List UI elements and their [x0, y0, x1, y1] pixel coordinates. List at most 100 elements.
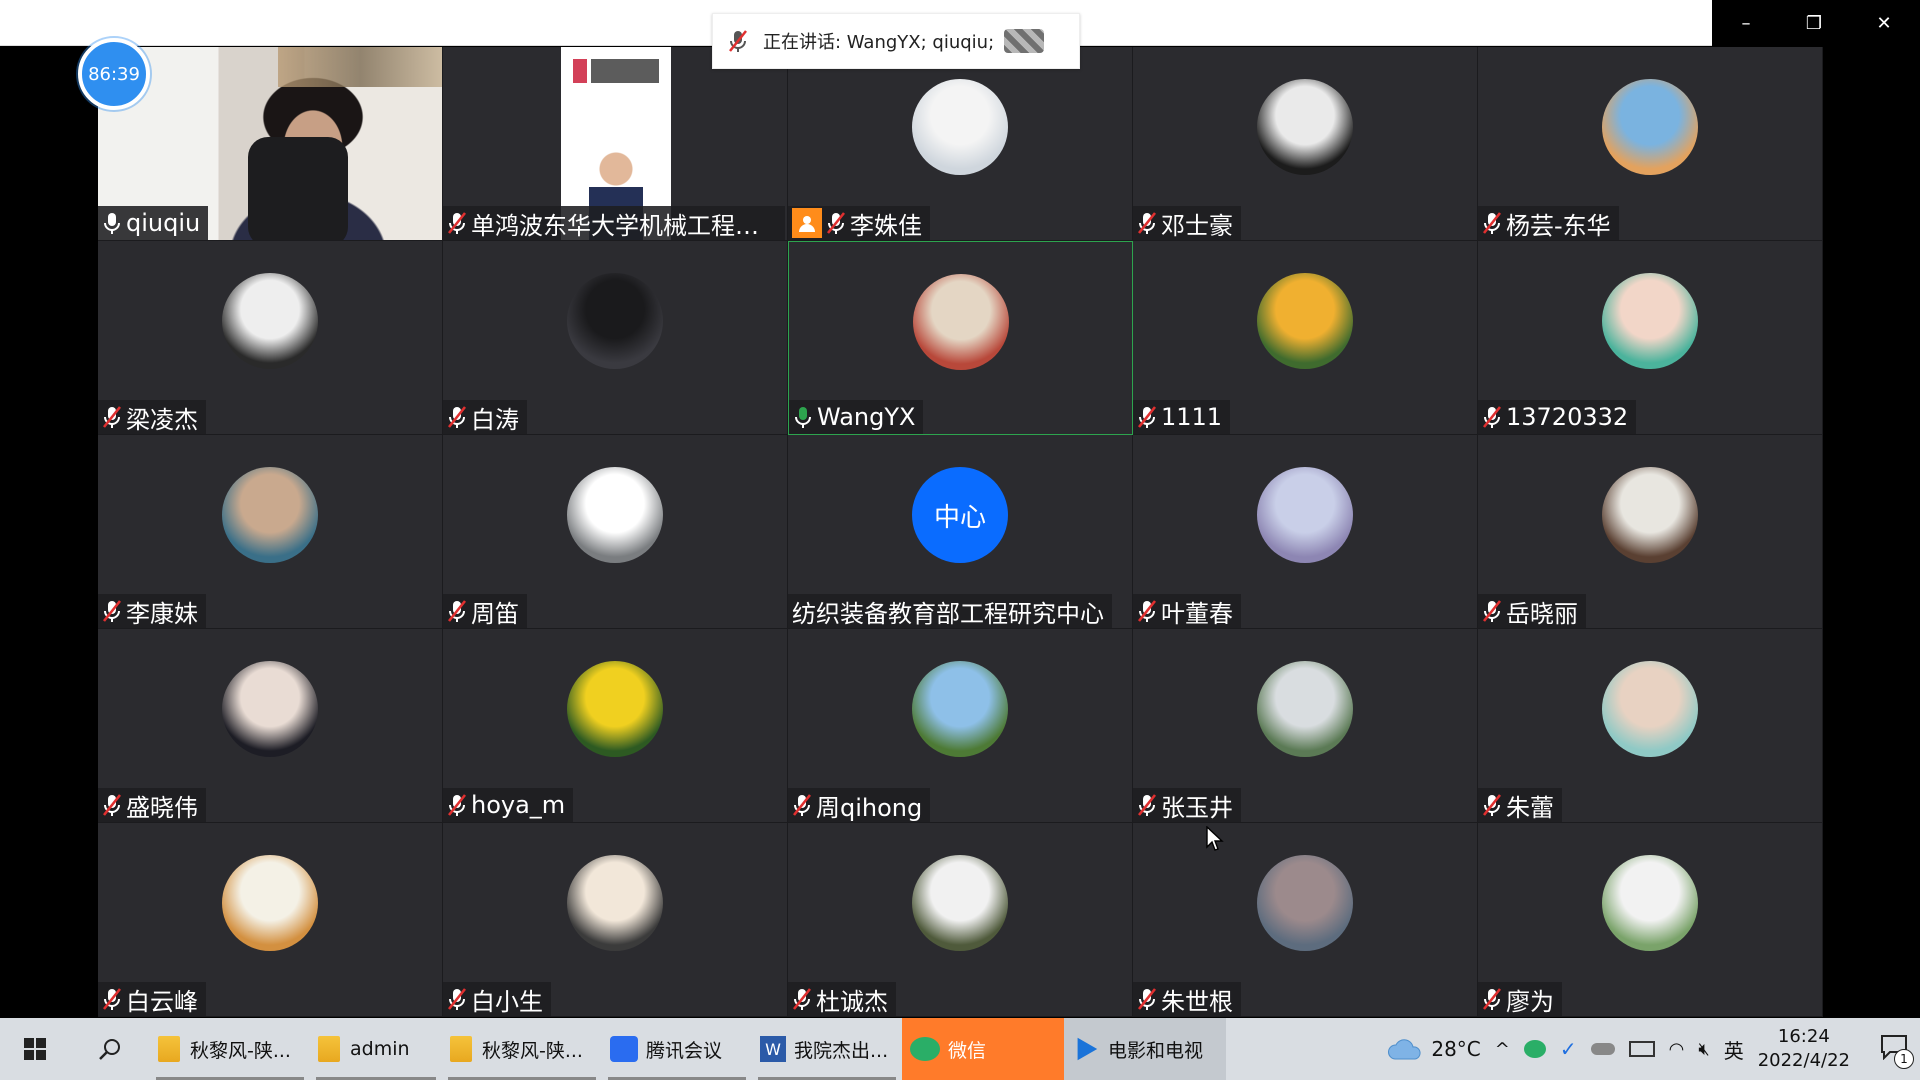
- taskbar-apps: 秋黎风-陕... admin 秋黎风-陕... 腾讯会议 W 我院杰出... 微信 电影和电视: [150, 1018, 1226, 1080]
- participant-name: 杜诚杰: [816, 987, 888, 1016]
- taskbar-app[interactable]: 秋黎风-陕...: [442, 1018, 602, 1080]
- volume-muted-icon[interactable]: 🔇︎: [1698, 1039, 1709, 1060]
- avatar: [1257, 467, 1353, 563]
- participant-tile[interactable]: 单鸿波东华大学机械工程学...: [443, 47, 788, 241]
- taskbar-app-label: admin: [350, 1038, 410, 1060]
- participant-name: 朱世根: [1161, 987, 1233, 1016]
- avatar: [912, 855, 1008, 951]
- taskbar-app[interactable]: admin: [310, 1018, 442, 1080]
- participant-name: 13720332: [1506, 403, 1629, 431]
- participant-name: 廖为: [1506, 987, 1554, 1016]
- participant-tile[interactable]: 周笛: [443, 435, 788, 629]
- participant-tile[interactable]: 中心 纺织装备教育部工程研究中心: [788, 435, 1133, 629]
- participant-name-tag: 廖为: [1478, 982, 1562, 1016]
- participant-tile[interactable]: 杨芸-东华: [1478, 47, 1823, 241]
- restore-button[interactable]: ❐: [1780, 0, 1848, 46]
- participant-name: qiuqiu: [126, 209, 201, 237]
- search-button[interactable]: [70, 1018, 150, 1080]
- check-tray-icon[interactable]: ✓: [1560, 1037, 1577, 1061]
- chevron-up-icon[interactable]: ^: [1495, 1039, 1510, 1060]
- participant-tile[interactable]: WangYX: [788, 241, 1133, 435]
- participant-tile[interactable]: 邓士豪: [1133, 47, 1478, 241]
- clock-date: 2022/4/22: [1757, 1050, 1850, 1071]
- taskbar-app[interactable]: W 我院杰出...: [752, 1018, 902, 1080]
- avatar: [222, 467, 318, 563]
- mic-muted-icon: [447, 793, 467, 817]
- participant-name-tag: 盛晓伟: [98, 788, 206, 822]
- taskbar-app[interactable]: 微信: [902, 1018, 1064, 1080]
- speaking-indicator: 正在讲话: WangYX; qiuqiu;: [712, 13, 1080, 69]
- word-icon: W: [760, 1036, 786, 1062]
- avatar: [1257, 273, 1353, 369]
- participant-tile[interactable]: 李姝佳: [788, 47, 1133, 241]
- participant-tile[interactable]: 白小生: [443, 823, 788, 1017]
- participant-tile[interactable]: 廖为: [1478, 823, 1823, 1017]
- mic-muted-icon: [1482, 599, 1502, 623]
- weather-temperature: 28°C: [1431, 1037, 1481, 1061]
- participant-name: 周qihong: [816, 793, 923, 822]
- avatar: [1257, 661, 1353, 757]
- participant-tile[interactable]: 白云峰: [98, 823, 443, 1017]
- taskbar-app[interactable]: 腾讯会议: [602, 1018, 752, 1080]
- wechat-tray-icon[interactable]: [1523, 1040, 1546, 1058]
- onedrive-icon[interactable]: [1590, 1043, 1615, 1055]
- clock[interactable]: 16:24 2022/4/22: [1758, 1025, 1850, 1073]
- mic-muted-icon: [447, 405, 467, 429]
- participant-name-tag: WangYX: [789, 400, 924, 434]
- mic-muted-icon: [713, 29, 763, 53]
- participant-name-tag: 白云峰: [98, 982, 206, 1016]
- avatar: [912, 661, 1008, 757]
- participant-tile[interactable]: 周qihong: [788, 629, 1133, 823]
- participant-name-tag: 岳晓丽: [1478, 594, 1586, 628]
- participant-tile[interactable]: 朱世根: [1133, 823, 1478, 1017]
- avatar: [1602, 855, 1698, 951]
- participant-name: 1111: [1161, 403, 1223, 431]
- participant-name-tag: qiuqiu: [98, 206, 209, 240]
- close-button[interactable]: ✕: [1850, 0, 1918, 46]
- participant-tile[interactable]: 盛晓伟: [98, 629, 443, 823]
- participant-name: 李康妹: [126, 599, 198, 628]
- participant-tile[interactable]: 13720332: [1478, 241, 1823, 435]
- participant-tile[interactable]: 杜诚杰: [788, 823, 1133, 1017]
- participant-tile[interactable]: 梁凌杰: [98, 241, 443, 435]
- wechat-icon: [910, 1037, 940, 1061]
- participant-name: 杨芸-东华: [1506, 211, 1611, 240]
- mic-muted-icon: [1137, 405, 1157, 429]
- folder-icon: [158, 1036, 180, 1062]
- taskbar-app-label: 电影和电视: [1108, 1039, 1204, 1062]
- system-tray: 28°C ^ ✓ ◠ 🔇︎ 英 16:24 2022/4/22 1: [1387, 1018, 1920, 1080]
- mic-muted-icon: [102, 987, 122, 1011]
- participant-name-tag: 李康妹: [98, 594, 206, 628]
- participant-tile[interactable]: 张玉井: [1133, 629, 1478, 823]
- avatar: [567, 467, 663, 563]
- start-button[interactable]: [0, 1018, 70, 1080]
- participant-tile[interactable]: 朱蕾: [1478, 629, 1823, 823]
- participant-tile[interactable]: 叶董春: [1133, 435, 1478, 629]
- mic-muted-icon: [1137, 211, 1157, 235]
- taskbar-app[interactable]: 电影和电视: [1064, 1018, 1226, 1080]
- participant-tile[interactable]: 1111: [1133, 241, 1478, 435]
- participant-name-tag: 朱世根: [1133, 982, 1241, 1016]
- avatar: [567, 855, 663, 951]
- avatar: [1257, 79, 1353, 175]
- participant-tile[interactable]: hoya_m: [443, 629, 788, 823]
- mic-muted-icon: [792, 987, 812, 1011]
- participant-name-tag: 13720332: [1478, 400, 1637, 434]
- taskbar-app[interactable]: 秋黎风-陕...: [150, 1018, 310, 1080]
- meeting-timer[interactable]: 86:39: [78, 38, 150, 110]
- participant-name: 纺织装备教育部工程研究中心: [792, 599, 1104, 628]
- notification-center[interactable]: 1: [1880, 1034, 1914, 1069]
- participant-name-tag: 朱蕾: [1478, 788, 1562, 822]
- minimize-button[interactable]: –: [1712, 0, 1780, 46]
- wifi-icon[interactable]: ◠: [1669, 1039, 1685, 1060]
- battery-icon[interactable]: [1628, 1041, 1655, 1057]
- mic-muted-icon: [1482, 405, 1502, 429]
- participant-tile[interactable]: 李康妹: [98, 435, 443, 629]
- avatar: [222, 273, 318, 369]
- ime-indicator[interactable]: 英: [1724, 1035, 1744, 1064]
- participant-tile[interactable]: 岳晓丽: [1478, 435, 1823, 629]
- participant-tile[interactable]: 白涛: [443, 241, 788, 435]
- weather-widget[interactable]: 28°C: [1387, 1037, 1481, 1061]
- participant-name: 邓士豪: [1161, 211, 1233, 240]
- participant-name: 白涛: [471, 405, 519, 434]
